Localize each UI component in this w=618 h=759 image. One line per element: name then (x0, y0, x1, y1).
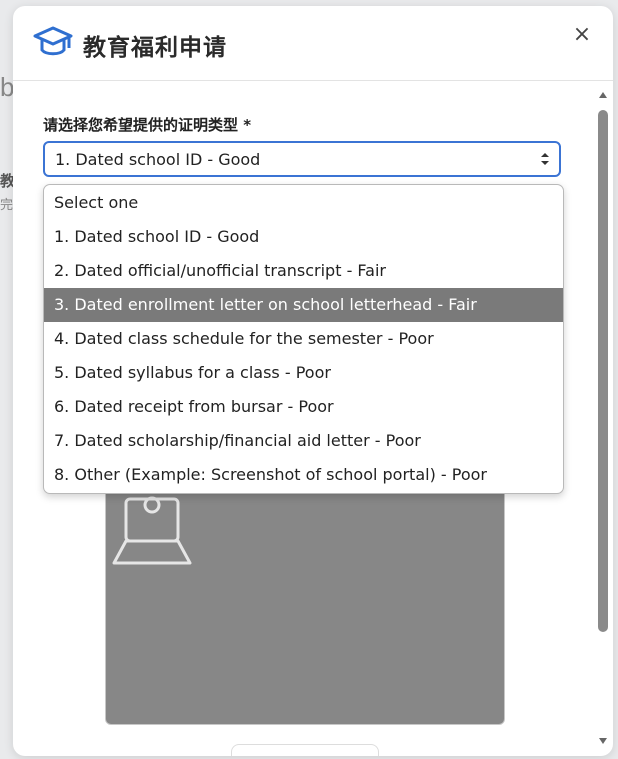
proof-type-select[interactable]: 1. Dated school ID - Good (43, 141, 561, 177)
scrollbar[interactable] (596, 90, 610, 750)
dropdown-option-highlighted[interactable]: 3. Dated enrollment letter on school let… (44, 288, 563, 322)
dropdown-option[interactable]: 5. Dated syllabus for a class - Poor (44, 356, 563, 390)
background-side-subtext: 完 (0, 198, 14, 213)
proof-type-dropdown: Select one 1. Dated school ID - Good 2. … (43, 184, 564, 494)
modal-header: 教育福利申请 × (13, 6, 613, 81)
scrollbar-thumb[interactable] (598, 110, 608, 632)
select-arrows-icon (541, 153, 549, 165)
scroll-down-arrow-icon[interactable] (598, 736, 608, 746)
select-current-value: 1. Dated school ID - Good (55, 150, 261, 169)
dropdown-option[interactable]: 4. Dated class schedule for the semester… (44, 322, 563, 356)
laptop-camera-icon (112, 496, 192, 565)
close-button[interactable]: × (569, 22, 595, 48)
modal-title: 教育福利申请 (83, 35, 227, 61)
scroll-up-arrow-icon[interactable] (598, 90, 608, 100)
dropdown-option[interactable]: 7. Dated scholarship/financial aid lette… (44, 424, 563, 458)
dropdown-option[interactable]: Select one (44, 186, 563, 220)
graduation-cap-icon (33, 26, 73, 56)
bottom-action-button[interactable] (231, 744, 379, 756)
dropdown-option[interactable]: 6. Dated receipt from bursar - Poor (44, 390, 563, 424)
dropdown-option[interactable]: 1. Dated school ID - Good (44, 220, 563, 254)
dropdown-option[interactable]: 8. Other (Example: Screenshot of school … (44, 458, 563, 492)
upload-preview-area[interactable] (105, 478, 505, 725)
proof-type-label: 请选择您希望提供的证明类型 * (43, 116, 252, 134)
dropdown-option[interactable]: 2. Dated official/unofficial transcript … (44, 254, 563, 288)
